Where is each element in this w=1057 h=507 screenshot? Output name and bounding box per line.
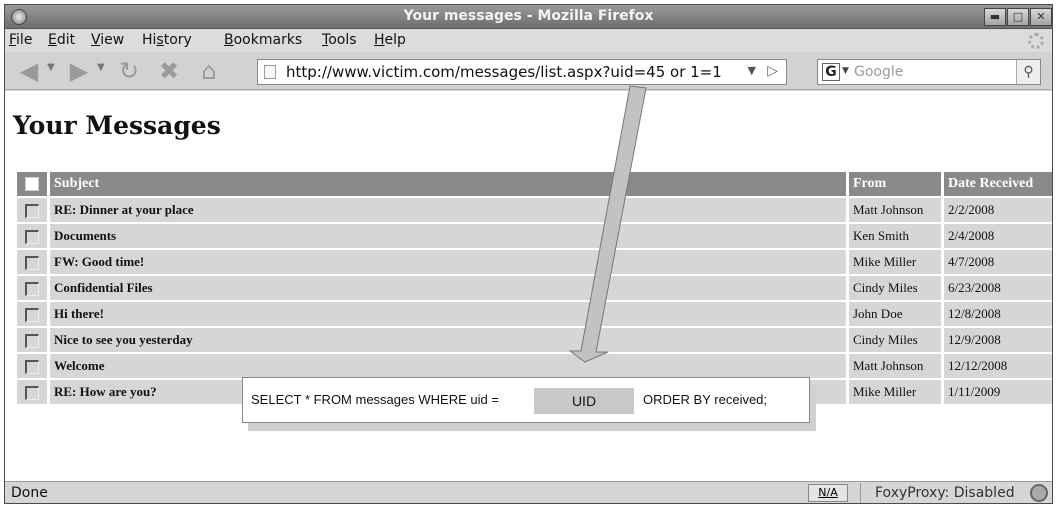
message-date: 12/12/2008 [941, 354, 1052, 378]
row-checkbox[interactable] [25, 360, 39, 374]
status-bar: Done N/A FoxyProxy: Disabled [5, 481, 1052, 503]
message-from: Ken Smith [846, 224, 941, 248]
home-icon[interactable]: ⌂ [195, 57, 223, 85]
row-checkbox[interactable] [25, 204, 39, 218]
table-row[interactable]: Hi there! John Doe 12/8/2008 [17, 302, 1052, 326]
column-from[interactable]: From [846, 172, 941, 196]
message-subject[interactable]: FW: Good time! [47, 250, 846, 274]
table-header-row: Subject From Date Received [17, 172, 1052, 196]
table-row[interactable]: FW: Good time! Mike Miller 4/7/2008 [17, 250, 1052, 274]
sql-query-prefix: SELECT * FROM messages WHERE uid = [251, 392, 499, 407]
window-title: Your messages - Mozilla Firefox [403, 8, 654, 24]
message-date: 4/7/2008 [941, 250, 1052, 274]
row-checkbox-cell [17, 198, 47, 222]
url-input[interactable]: http://www.victim.com/messages/list.aspx… [286, 63, 722, 81]
message-from: John Doe [846, 302, 941, 326]
table-row[interactable]: RE: Dinner at your place Matt Johnson 2/… [17, 198, 1052, 222]
message-subject[interactable]: Welcome [47, 354, 846, 378]
message-subject[interactable]: Hi there! [47, 302, 846, 326]
message-date: 2/4/2008 [941, 224, 1052, 248]
row-checkbox-cell [17, 250, 47, 274]
row-checkbox-cell [17, 354, 47, 378]
column-date-received[interactable]: Date Received [941, 172, 1052, 196]
message-subject[interactable]: Nice to see you yesterday [47, 328, 846, 352]
uid-placeholder-box: UID [534, 388, 634, 414]
reload-icon[interactable]: ↻ [115, 57, 143, 85]
menu-view[interactable]: View [91, 32, 124, 48]
magnifier-icon[interactable]: ⚲ [1016, 60, 1040, 84]
messages-table: Subject From Date Received RE: Dinner at… [17, 170, 1052, 406]
search-input[interactable]: Google [854, 64, 903, 80]
browser-window: Your messages - Mozilla Firefox ▬ □ ✕ Fi… [4, 4, 1053, 504]
message-from: Matt Johnson [846, 198, 941, 222]
foxyproxy-icon[interactable] [1030, 484, 1048, 502]
page-content: Your Messages Subject From Date Received… [5, 91, 1052, 481]
message-date: 6/23/2008 [941, 276, 1052, 300]
menu-bookmarks[interactable]: Bookmarks [224, 32, 302, 48]
search-bar[interactable]: G ▼ Google ⚲ [817, 59, 1041, 85]
foxyproxy-status[interactable]: FoxyProxy: Disabled [860, 483, 1028, 503]
row-checkbox-cell [17, 328, 47, 352]
navigation-toolbar: ◀ ▼ ▶ ▼ ↻ ✖ ⌂ http://www.victim.com/mess… [5, 52, 1052, 90]
back-arrow-icon[interactable]: ◀ [15, 57, 43, 85]
sql-query-callout: SELECT * FROM messages WHERE uid = UID O… [242, 377, 810, 423]
go-arrow-icon[interactable]: ▷ [767, 63, 778, 79]
row-checkbox[interactable] [25, 256, 39, 270]
title-bar: Your messages - Mozilla Firefox ▬ □ ✕ [5, 5, 1052, 29]
message-date: 12/9/2008 [941, 328, 1052, 352]
menu-edit[interactable]: Edit [48, 32, 75, 48]
close-button[interactable]: ✕ [1030, 8, 1052, 26]
message-date: 1/11/2009 [941, 380, 1052, 404]
back-dropdown-icon[interactable]: ▼ [47, 62, 55, 73]
menu-file[interactable]: File [9, 32, 32, 48]
menu-tools[interactable]: Tools [322, 32, 357, 48]
url-history-dropdown-icon[interactable]: ▼ [748, 64, 756, 77]
page-icon [264, 65, 276, 79]
sql-query-suffix: ORDER BY received; [643, 392, 768, 407]
menu-help[interactable]: Help [374, 32, 406, 48]
throbber-icon [1028, 33, 1044, 49]
table-row[interactable]: Nice to see you yesterday Cindy Miles 12… [17, 328, 1052, 352]
message-date: 12/8/2008 [941, 302, 1052, 326]
forward-arrow-icon[interactable]: ▶ [65, 57, 93, 85]
status-na-indicator[interactable]: N/A [808, 484, 848, 502]
message-subject[interactable]: Confidential Files [47, 276, 846, 300]
minimize-button[interactable]: ▬ [984, 8, 1006, 26]
message-from: Mike Miller [846, 250, 941, 274]
url-bar[interactable]: http://www.victim.com/messages/list.aspx… [257, 59, 787, 85]
column-subject[interactable]: Subject [47, 172, 846, 196]
menu-bar: File Edit View History Bookmarks Tools H… [5, 30, 1052, 52]
message-from: Cindy Miles [846, 328, 941, 352]
row-checkbox-cell [17, 276, 47, 300]
row-checkbox[interactable] [25, 282, 39, 296]
row-checkbox-cell [17, 302, 47, 326]
select-all-checkbox[interactable] [25, 176, 39, 191]
search-engine-dropdown-icon[interactable]: ▼ [842, 66, 849, 76]
row-checkbox[interactable] [25, 334, 39, 348]
page-title: Your Messages [13, 111, 221, 140]
row-checkbox[interactable] [25, 230, 39, 244]
message-from: Mike Miller [846, 380, 941, 404]
table-row[interactable]: Welcome Matt Johnson 12/12/2008 [17, 354, 1052, 378]
row-checkbox[interactable] [25, 386, 39, 400]
maximize-button[interactable]: □ [1007, 8, 1029, 26]
row-checkbox-cell [17, 380, 47, 404]
menu-history[interactable]: History [142, 32, 192, 48]
table-row[interactable]: Documents Ken Smith 2/4/2008 [17, 224, 1052, 248]
status-text: Done [11, 485, 48, 501]
message-from: Matt Johnson [846, 354, 941, 378]
forward-dropdown-icon[interactable]: ▼ [97, 62, 105, 73]
table-row[interactable]: Confidential Files Cindy Miles 6/23/2008 [17, 276, 1052, 300]
row-checkbox-cell [17, 224, 47, 248]
select-all-cell [17, 172, 47, 196]
search-engine-icon[interactable]: G [822, 63, 840, 81]
message-subject[interactable]: RE: Dinner at your place [47, 198, 846, 222]
message-from: Cindy Miles [846, 276, 941, 300]
message-subject[interactable]: Documents [47, 224, 846, 248]
row-checkbox[interactable] [25, 308, 39, 322]
stop-icon[interactable]: ✖ [155, 57, 183, 85]
message-date: 2/2/2008 [941, 198, 1052, 222]
